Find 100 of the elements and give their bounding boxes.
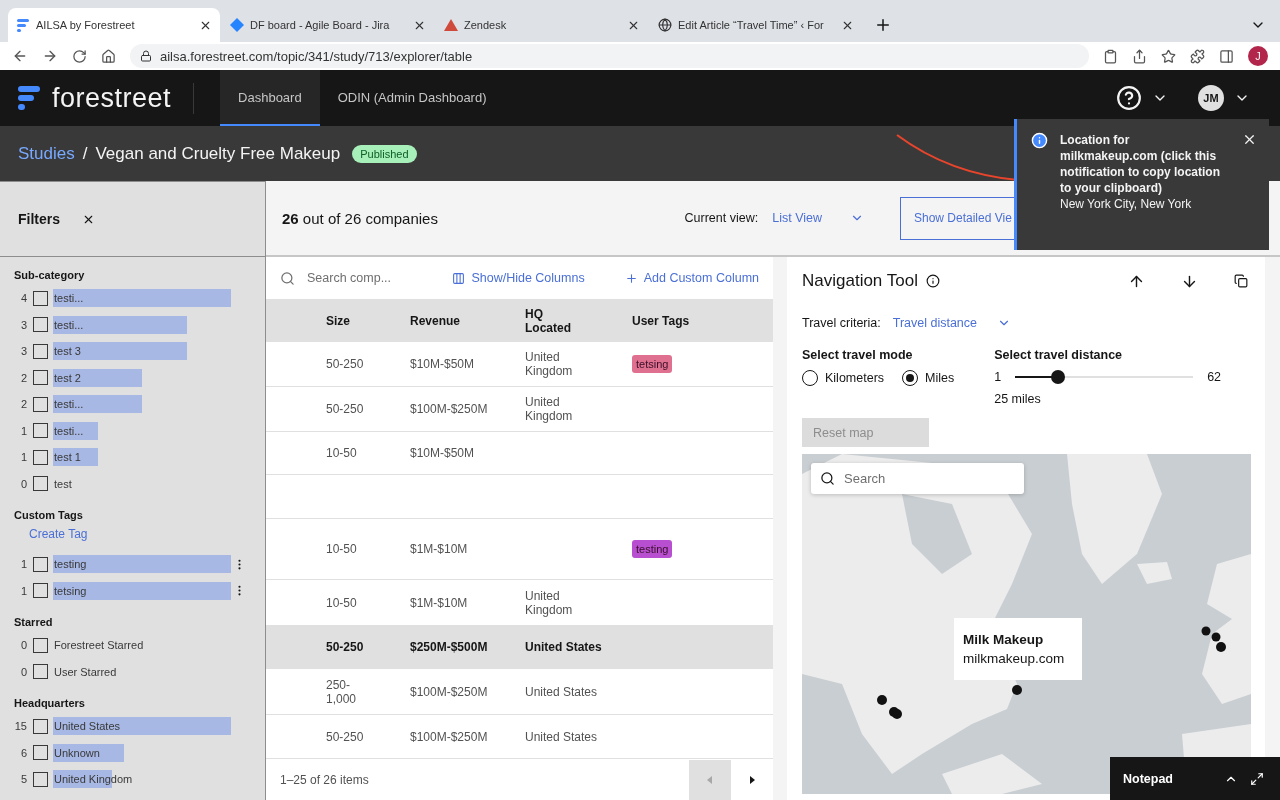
column-header[interactable]: User Tags xyxy=(632,313,773,328)
column-header[interactable]: Size xyxy=(326,313,410,328)
table-cell-text: 10-50 xyxy=(326,542,358,556)
nav-tab[interactable]: Dashboard xyxy=(220,70,320,126)
column-header[interactable]: HQ Located xyxy=(525,306,585,335)
filter-label[interactable]: User Starred xyxy=(53,665,117,678)
new-tab-icon[interactable] xyxy=(874,16,892,34)
star-icon[interactable] xyxy=(1161,48,1176,64)
filter-count: 5 xyxy=(19,773,28,786)
filter-label[interactable]: testi... xyxy=(53,292,84,305)
expand-icon[interactable] xyxy=(1250,771,1264,786)
radio-option[interactable]: Miles xyxy=(902,370,955,386)
filter-label[interactable]: Unknown xyxy=(53,746,100,759)
table-cell-text: 50-250 xyxy=(326,357,365,371)
filter-label[interactable]: test 1 xyxy=(53,451,81,464)
reload-icon[interactable] xyxy=(72,48,87,64)
checkbox[interactable] xyxy=(33,290,48,306)
forward-icon[interactable] xyxy=(42,48,58,64)
checkbox[interactable] xyxy=(33,718,48,734)
breadcrumb-link[interactable]: Studies xyxy=(18,143,75,164)
table-cell-text: $10M-$50M xyxy=(410,357,476,371)
column-header[interactable]: Revenue xyxy=(410,313,525,328)
checkbox[interactable] xyxy=(33,745,48,761)
mode-label: Select travel mode xyxy=(802,348,914,362)
show-hide-columns-link[interactable]: Show/Hide Columns xyxy=(452,271,585,285)
breadcrumb-separator: / xyxy=(82,143,88,164)
profile-avatar[interactable]: J xyxy=(1248,46,1268,66)
checkbox[interactable] xyxy=(33,343,48,359)
help-icon[interactable] xyxy=(1116,85,1142,111)
user-avatar[interactable]: JM xyxy=(1198,85,1224,111)
puzzle-icon[interactable] xyxy=(1190,48,1205,64)
home-icon[interactable] xyxy=(101,48,116,64)
filter-count: 1 xyxy=(19,451,28,464)
create-tag-link[interactable]: Create Tag xyxy=(0,525,265,551)
checkbox[interactable] xyxy=(33,664,48,680)
filter-count: 2 xyxy=(19,371,28,384)
slider-thumb[interactable] xyxy=(1050,370,1065,384)
back-icon[interactable] xyxy=(12,48,28,64)
close-icon[interactable] xyxy=(1242,132,1257,147)
radio-option[interactable]: Kilometers xyxy=(802,370,885,386)
checkbox[interactable] xyxy=(33,556,48,572)
side-panel-icon[interactable] xyxy=(1219,48,1234,64)
plus-icon xyxy=(624,271,638,285)
add-column-link[interactable]: Add Custom Column xyxy=(624,271,759,285)
criteria-label: Travel criteria: xyxy=(802,316,881,330)
browser-tab[interactable]: AILSA by Forestreet xyxy=(8,8,220,42)
browser-tab[interactable]: Edit Article “Travel Time” ‹ For xyxy=(650,8,862,42)
filter-count: 3 xyxy=(19,345,28,358)
browser-tab[interactable]: Zendesk xyxy=(436,8,648,42)
checkbox[interactable] xyxy=(33,637,48,653)
pop-out-icon[interactable] xyxy=(1234,274,1248,288)
table-cell-text: $100M-$250M xyxy=(410,684,489,699)
checkbox[interactable] xyxy=(33,476,48,492)
diamond-icon xyxy=(230,18,244,32)
caret-right-icon xyxy=(748,776,756,784)
slider-min: 1 xyxy=(994,370,1002,384)
table-cell-text: $1M-$10M xyxy=(410,542,469,556)
filter-label[interactable]: test 3 xyxy=(53,345,81,358)
filter-label[interactable]: United Kingdom xyxy=(53,773,133,786)
nav-tab[interactable]: ODIN (Admin Dashboard) xyxy=(319,70,505,126)
filter-label[interactable]: testi... xyxy=(53,318,84,331)
browser-tab[interactable]: DF board - Agile Board - Jira xyxy=(222,8,434,42)
table-row[interactable]: 50-250 $250M-$500M United States xyxy=(266,626,773,669)
filter-count: 1 xyxy=(19,584,28,597)
table-cell-text: 50-250 xyxy=(326,729,365,744)
table-cell-text: 50-250 xyxy=(326,402,365,416)
count-bar xyxy=(53,421,98,440)
notepad-bar[interactable]: Notepad xyxy=(1110,757,1280,800)
table-cell-text: 10-50 xyxy=(326,595,358,610)
view-label: Current view: xyxy=(684,211,759,225)
filter-count: 15 xyxy=(13,720,28,733)
checkbox[interactable] xyxy=(33,583,48,599)
view-dropdown[interactable]: List View xyxy=(772,211,864,225)
map-search-field[interactable]: Search xyxy=(811,463,1024,494)
checkbox[interactable] xyxy=(33,423,48,439)
filter-label[interactable]: United States xyxy=(53,720,121,733)
filter-label[interactable]: testi... xyxy=(53,398,84,411)
slider-reading: 25 miles xyxy=(994,392,1042,406)
forestreet-logo-icon xyxy=(16,18,30,32)
share-icon[interactable] xyxy=(1132,48,1147,64)
address-bar[interactable]: ailsa.forestreet.com/topic/341/study/713/explorer/table xyxy=(130,44,1089,68)
filter-label[interactable]: test 2 xyxy=(53,371,81,384)
filter-label[interactable]: tetsing xyxy=(53,584,87,597)
search-field[interactable]: Search comp... xyxy=(280,270,440,286)
popup-title: Milk Makeup xyxy=(963,632,1045,647)
checkbox[interactable] xyxy=(33,771,48,787)
filter-label[interactable]: Forestreet Starred xyxy=(53,639,144,652)
table-cell-text: 10-50 xyxy=(326,446,358,460)
criteria-dropdown[interactable]: Travel distance xyxy=(892,316,1011,330)
checkbox[interactable] xyxy=(33,396,48,412)
filter-count: 1 xyxy=(19,424,28,437)
notification-toast[interactable]: Location for milkmakeup.com (click this notification to copy location to your clipboard) New York City, New York xyxy=(1014,119,1269,250)
filter-label[interactable]: testing xyxy=(53,558,87,571)
clipboard-icon[interactable] xyxy=(1103,48,1118,64)
info-icon[interactable] xyxy=(925,274,940,288)
checkbox[interactable] xyxy=(33,449,48,465)
filter-label[interactable]: test xyxy=(53,477,72,490)
filter-label[interactable]: testi... xyxy=(53,424,84,437)
checkbox[interactable] xyxy=(33,370,48,386)
checkbox[interactable] xyxy=(33,317,48,333)
